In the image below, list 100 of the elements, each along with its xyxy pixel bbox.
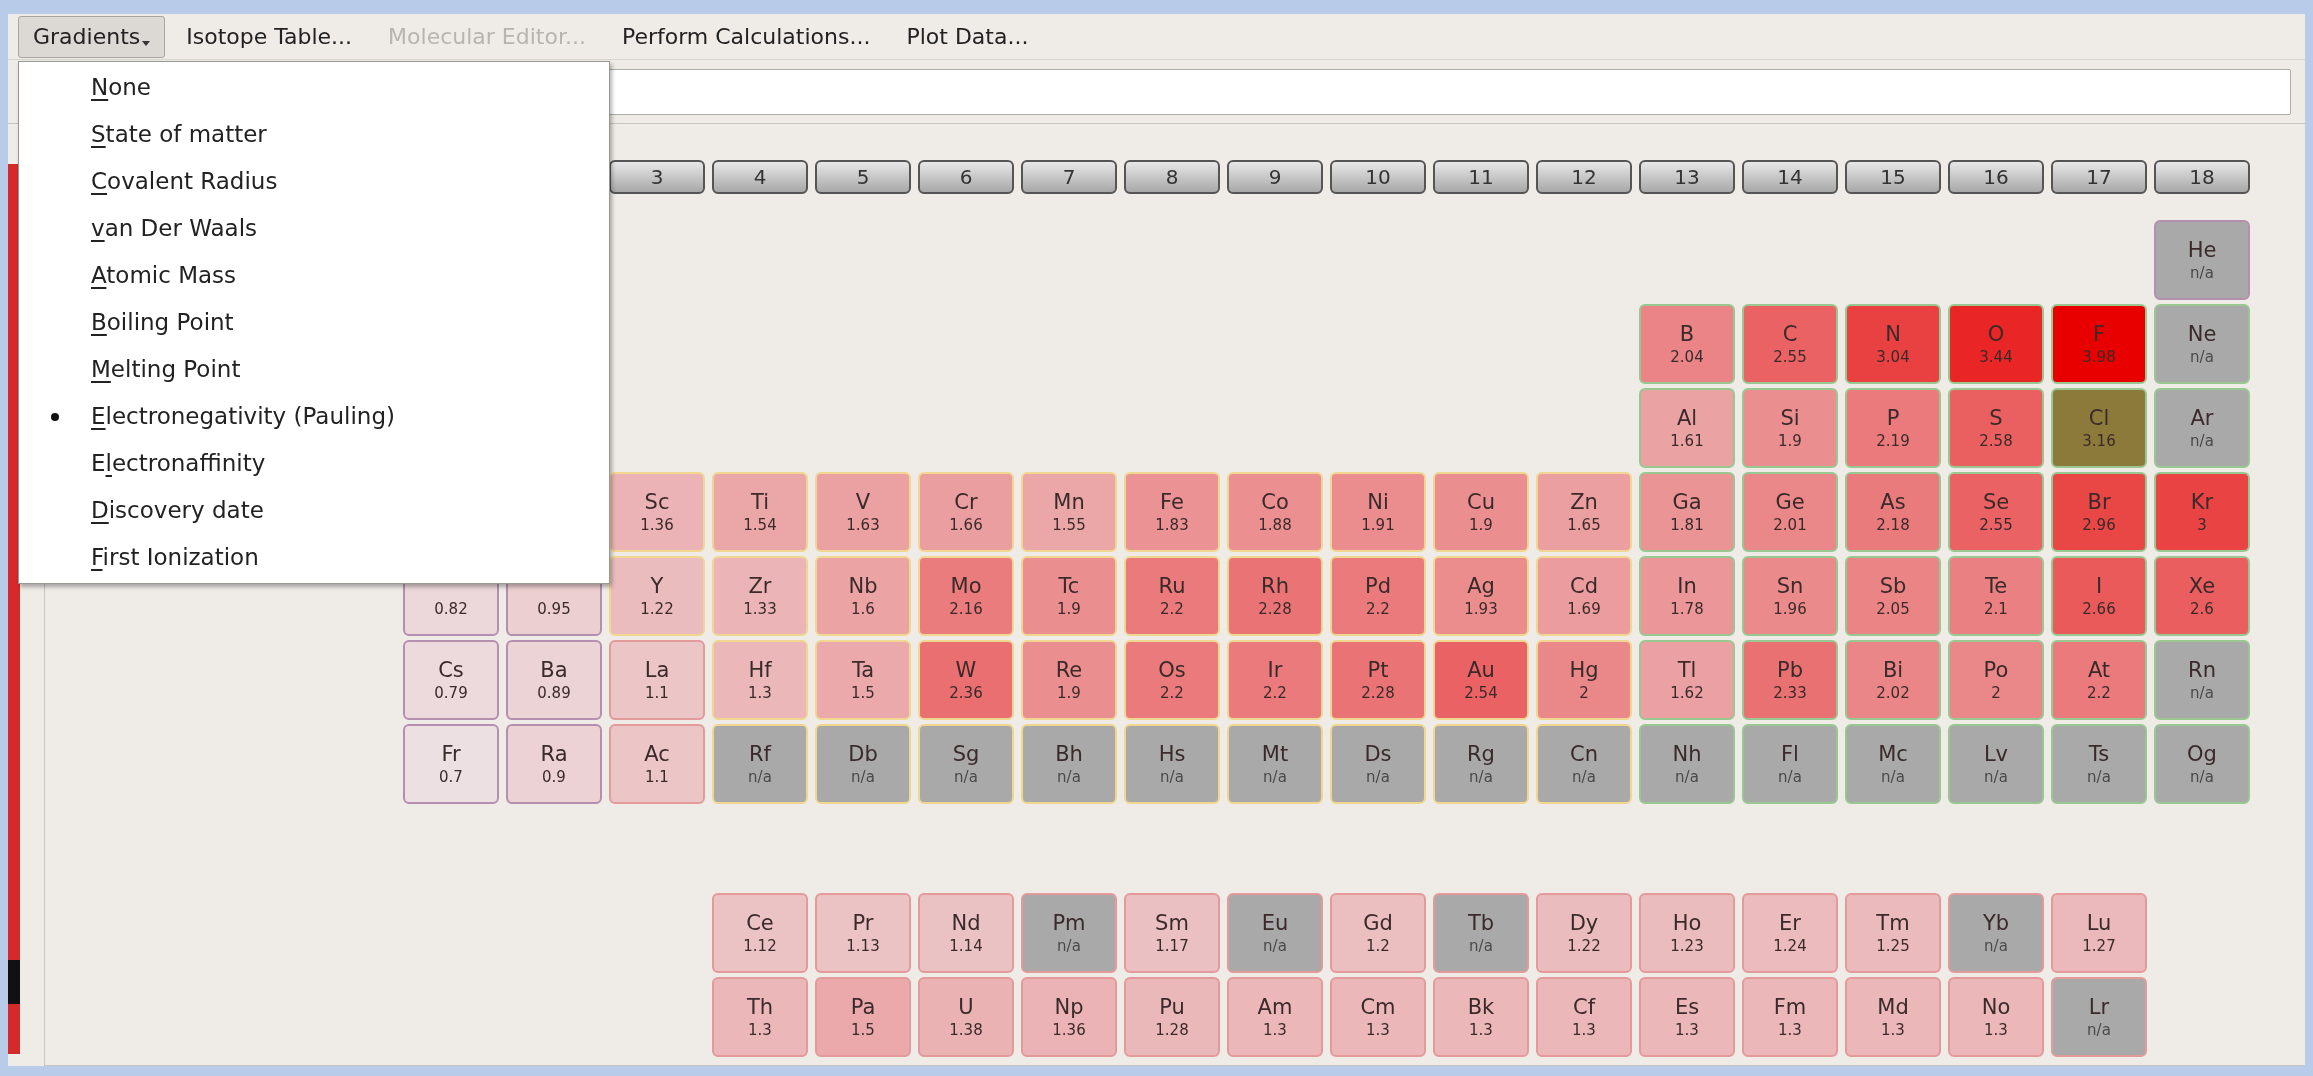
element-cell[interactable]: Zr 1.33 bbox=[712, 556, 808, 636]
element-cell[interactable]: Cr 1.66 bbox=[918, 472, 1014, 552]
element-cell[interactable]: Kr 3 bbox=[2154, 472, 2250, 552]
element-cell[interactable]: Y 1.22 bbox=[609, 556, 705, 636]
element-cell[interactable]: Gd 1.2 bbox=[1330, 893, 1426, 973]
element-cell[interactable]: Am 1.3 bbox=[1227, 977, 1323, 1057]
element-cell[interactable]: Ti 1.54 bbox=[712, 472, 808, 552]
element-cell[interactable]: Os 2.2 bbox=[1124, 640, 1220, 720]
element-cell[interactable]: Sm 1.17 bbox=[1124, 893, 1220, 973]
element-cell[interactable]: Hg 2 bbox=[1536, 640, 1632, 720]
element-cell[interactable]: Sg n/a bbox=[918, 724, 1014, 804]
group-header-button[interactable]: 18 bbox=[2154, 160, 2250, 194]
menu-item[interactable]: First Ionization bbox=[91, 540, 259, 575]
menu-item[interactable]: van Der Waals bbox=[91, 211, 258, 246]
element-cell[interactable]: At 2.2 bbox=[2051, 640, 2147, 720]
menu-item[interactable]: Covalent Radius bbox=[91, 164, 278, 199]
element-cell[interactable]: Mc n/a bbox=[1845, 724, 1941, 804]
element-cell[interactable]: Bh n/a bbox=[1021, 724, 1117, 804]
element-cell[interactable]: Ir 2.2 bbox=[1227, 640, 1323, 720]
menu-item[interactable]: State of matter bbox=[91, 117, 267, 152]
element-cell[interactable]: Tb n/a bbox=[1433, 893, 1529, 973]
element-cell[interactable]: Po 2 bbox=[1948, 640, 2044, 720]
element-cell[interactable]: Xe 2.6 bbox=[2154, 556, 2250, 636]
element-cell[interactable]: Si 1.9 bbox=[1742, 388, 1838, 468]
element-cell[interactable]: W 2.36 bbox=[918, 640, 1014, 720]
element-cell[interactable]: Ce 1.12 bbox=[712, 893, 808, 973]
element-cell[interactable]: Ac 1.1 bbox=[609, 724, 705, 804]
element-cell[interactable]: Np 1.36 bbox=[1021, 977, 1117, 1057]
group-header-button[interactable]: 9 bbox=[1227, 160, 1323, 194]
element-cell[interactable]: Br 2.96 bbox=[2051, 472, 2147, 552]
element-cell[interactable]: Db n/a bbox=[815, 724, 911, 804]
element-cell[interactable]: Es 1.3 bbox=[1639, 977, 1735, 1057]
element-cell[interactable]: In 1.78 bbox=[1639, 556, 1735, 636]
element-cell[interactable]: Er 1.24 bbox=[1742, 893, 1838, 973]
element-cell[interactable]: Fm 1.3 bbox=[1742, 977, 1838, 1057]
element-cell[interactable]: Lv n/a bbox=[1948, 724, 2044, 804]
element-cell[interactable]: N 3.04 bbox=[1845, 304, 1941, 384]
element-cell[interactable]: Tl 1.62 bbox=[1639, 640, 1735, 720]
element-cell[interactable]: Nd 1.14 bbox=[918, 893, 1014, 973]
menu-item[interactable]: Discovery date bbox=[91, 493, 264, 528]
menu-item[interactable]: Electronaffinity bbox=[91, 446, 266, 481]
element-cell[interactable]: Cu 1.9 bbox=[1433, 472, 1529, 552]
menu-item[interactable]: None bbox=[91, 70, 152, 105]
group-header-button[interactable]: 4 bbox=[712, 160, 808, 194]
element-cell[interactable]: Fr 0.7 bbox=[403, 724, 499, 804]
element-cell[interactable]: Cf 1.3 bbox=[1536, 977, 1632, 1057]
element-cell[interactable]: Te 2.1 bbox=[1948, 556, 2044, 636]
menu-bar-item[interactable]: Isotope Table... bbox=[171, 15, 368, 58]
element-cell[interactable]: Pd 2.2 bbox=[1330, 556, 1426, 636]
group-header-button[interactable]: 14 bbox=[1742, 160, 1838, 194]
group-header-button[interactable]: 10 bbox=[1330, 160, 1426, 194]
element-cell[interactable]: Ta 1.5 bbox=[815, 640, 911, 720]
element-cell[interactable]: La 1.1 bbox=[609, 640, 705, 720]
element-cell[interactable]: Zn 1.65 bbox=[1536, 472, 1632, 552]
element-cell[interactable]: Bi 2.02 bbox=[1845, 640, 1941, 720]
element-cell[interactable]: Co 1.88 bbox=[1227, 472, 1323, 552]
element-cell[interactable]: Pa 1.5 bbox=[815, 977, 911, 1057]
menu-item[interactable]: Boiling Point bbox=[91, 305, 234, 340]
element-cell[interactable]: Bk 1.3 bbox=[1433, 977, 1529, 1057]
element-cell[interactable]: Rg n/a bbox=[1433, 724, 1529, 804]
element-cell[interactable]: Dy 1.22 bbox=[1536, 893, 1632, 973]
element-cell[interactable]: No 1.3 bbox=[1948, 977, 2044, 1057]
element-cell[interactable]: Sc 1.36 bbox=[609, 472, 705, 552]
group-header-button[interactable]: 13 bbox=[1639, 160, 1735, 194]
group-header-button[interactable]: 7 bbox=[1021, 160, 1117, 194]
element-cell[interactable]: Eu n/a bbox=[1227, 893, 1323, 973]
element-cell[interactable]: Yb n/a bbox=[1948, 893, 2044, 973]
menu-item[interactable]: Electronegativity (Pauling) bbox=[91, 399, 395, 434]
element-cell[interactable]: Nb 1.6 bbox=[815, 556, 911, 636]
group-header-button[interactable]: 5 bbox=[815, 160, 911, 194]
element-cell[interactable]: Pb 2.33 bbox=[1742, 640, 1838, 720]
group-header-button[interactable]: 6 bbox=[918, 160, 1014, 194]
element-cell[interactable]: Th 1.3 bbox=[712, 977, 808, 1057]
element-cell[interactable]: Ni 1.91 bbox=[1330, 472, 1426, 552]
element-cell[interactable]: Ge 2.01 bbox=[1742, 472, 1838, 552]
element-cell[interactable]: Cm 1.3 bbox=[1330, 977, 1426, 1057]
element-cell[interactable]: Ho 1.23 bbox=[1639, 893, 1735, 973]
element-cell[interactable]: Al 1.61 bbox=[1639, 388, 1735, 468]
element-cell[interactable]: Tc 1.9 bbox=[1021, 556, 1117, 636]
element-cell[interactable]: Ra 0.9 bbox=[506, 724, 602, 804]
element-cell[interactable]: Ru 2.2 bbox=[1124, 556, 1220, 636]
element-cell[interactable]: Ar n/a bbox=[2154, 388, 2250, 468]
element-cell[interactable]: Rn n/a bbox=[2154, 640, 2250, 720]
element-cell[interactable]: Pt 2.28 bbox=[1330, 640, 1426, 720]
element-cell[interactable]: Pu 1.28 bbox=[1124, 977, 1220, 1057]
element-cell[interactable]: Ag 1.93 bbox=[1433, 556, 1529, 636]
element-cell[interactable]: Pr 1.13 bbox=[815, 893, 911, 973]
element-cell[interactable]: Hf 1.3 bbox=[712, 640, 808, 720]
menu-item[interactable]: Atomic Mass bbox=[91, 258, 237, 293]
menu-item[interactable]: Melting Point bbox=[91, 352, 241, 387]
element-cell[interactable]: Tm 1.25 bbox=[1845, 893, 1941, 973]
element-cell[interactable]: Pm n/a bbox=[1021, 893, 1117, 973]
menu-bar-item[interactable]: Gradients bbox=[18, 15, 166, 58]
element-cell[interactable]: Fl n/a bbox=[1742, 724, 1838, 804]
group-header-button[interactable]: 3 bbox=[609, 160, 705, 194]
element-cell[interactable]: Rh 2.28 bbox=[1227, 556, 1323, 636]
element-cell[interactable]: Sb 2.05 bbox=[1845, 556, 1941, 636]
element-cell[interactable]: Cd 1.69 bbox=[1536, 556, 1632, 636]
group-header-button[interactable]: 16 bbox=[1948, 160, 2044, 194]
element-cell[interactable]: Ne n/a bbox=[2154, 304, 2250, 384]
